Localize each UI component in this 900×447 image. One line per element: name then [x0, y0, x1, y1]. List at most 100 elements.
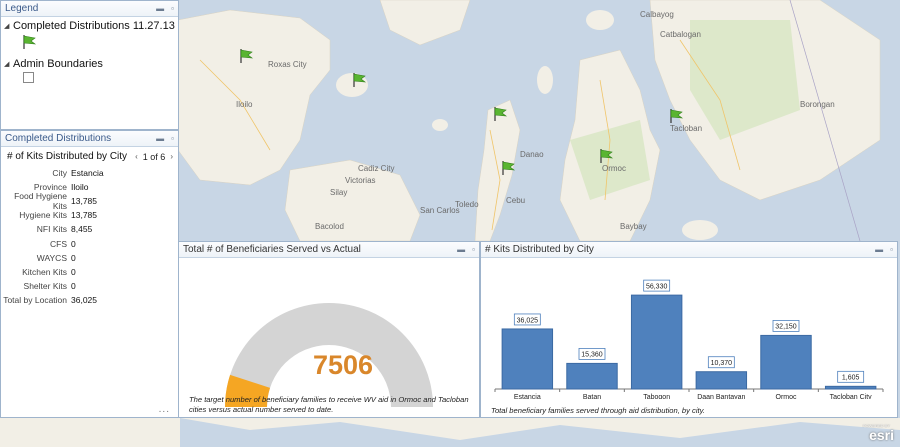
category-label: Tabogon — [643, 394, 670, 399]
details-panel: Completed Distributions ▬ ▫ # of Kits Di… — [0, 130, 179, 418]
legend-layer-distributions[interactable]: ◢ Completed Distributions 11.27.13 — [1, 20, 178, 32]
field-row: City Estancia — [1, 166, 178, 180]
data-label: 1,605 — [842, 375, 860, 382]
category-label: Daan Bantayan — [697, 394, 745, 399]
bar-chart-header: # Kits Distributed by City ▬ ▫ — [481, 242, 897, 258]
place-label: Victorias — [345, 176, 376, 185]
field-row: NFI Kits 8,455 — [1, 222, 178, 236]
maximize-icon[interactable]: ▫ — [171, 4, 174, 13]
place-label: Tacloban — [670, 124, 703, 133]
place-label: Calbayog — [640, 10, 674, 19]
place-label: Baybay — [620, 222, 647, 231]
gauge-title: Total # of Beneficiaries Served vs Actua… — [183, 244, 361, 255]
place-label: Borongan — [800, 100, 835, 109]
maximize-icon[interactable]: ▫ — [171, 134, 174, 143]
distribution-flag-icon[interactable] — [668, 108, 684, 124]
place-label: Danao — [520, 150, 544, 159]
pager-text: 1 of 6 — [142, 151, 166, 162]
expand-triangle-icon[interactable]: ◢ — [4, 22, 13, 30]
admin-boundary-swatch — [23, 72, 34, 83]
place-label: Cadiz City — [358, 164, 395, 173]
data-label: 56,330 — [646, 283, 668, 290]
category-label: Batan — [583, 394, 601, 399]
distribution-flag-icon[interactable] — [492, 106, 508, 122]
field-label: WAYCS — [36, 252, 67, 263]
expand-triangle-icon[interactable]: ◢ — [4, 60, 13, 68]
field-label: Kitchen Kits — [22, 266, 67, 277]
field-value: 0 — [71, 266, 76, 277]
data-label: 36,025 — [517, 317, 539, 324]
next-record-icon[interactable]: › — [170, 152, 173, 161]
esri-logo: esri — [869, 427, 894, 443]
field-label: Food Hygiene Kits — [14, 191, 67, 212]
legend-title: Legend — [5, 3, 39, 14]
place-label: Ormoc — [602, 164, 626, 173]
gauge-value: 7506 — [312, 350, 374, 380]
field-value: 36,025 — [71, 294, 97, 305]
place-label: Toledo — [455, 200, 479, 209]
minimize-icon[interactable]: ▬ — [156, 4, 164, 13]
bar-chart-title: # Kits Distributed by City — [485, 244, 594, 255]
minimize-icon[interactable]: ▬ — [457, 245, 465, 254]
category-label: Ormoc — [776, 394, 798, 399]
distribution-flag-icon[interactable] — [500, 160, 516, 176]
gauge-caption-line2: cities versus actual number served to da… — [189, 405, 334, 414]
field-value: Estancia — [71, 168, 104, 179]
place-label: Roxas City — [268, 60, 307, 69]
bar-tacloban-city[interactable] — [824, 385, 877, 390]
gauge-panel: Total # of Beneficiaries Served vs Actua… — [178, 241, 480, 418]
field-label: Total by Location — [3, 294, 67, 305]
field-row: Shelter Kits 0 — [1, 279, 178, 293]
bar-ormoc[interactable] — [760, 334, 812, 390]
legend-layer-label: Completed Distributions 11.27.13 — [13, 20, 175, 32]
field-row: Total by Location 36,025 — [1, 293, 178, 307]
record-pager: ‹ 1 of 6 › — [135, 152, 173, 162]
bar-batan[interactable] — [566, 362, 618, 390]
field-row: Hygiene Kits 13,785 — [1, 208, 178, 222]
bar-chart: 36,025 Estancia 15,360 Batan 56,330 Tabogon 10… — [494, 279, 884, 399]
field-row: Food Hygiene Kits 13,785 — [1, 191, 178, 212]
flag-icon — [23, 35, 37, 49]
minimize-icon[interactable]: ▬ — [156, 134, 164, 143]
field-value: 0 — [71, 252, 76, 263]
place-label: Iloilo — [236, 100, 253, 109]
details-subtitle: # of Kits Distributed by City — [7, 151, 128, 162]
data-label: 15,360 — [581, 352, 603, 359]
more-options-icon[interactable]: ... — [159, 404, 170, 415]
distribution-flag-icon[interactable] — [238, 48, 254, 64]
legend-symbol — [21, 34, 178, 55]
field-list: City Estancia Province Iloilo Food Hygiene… — [1, 166, 178, 307]
bar-tabogon[interactable] — [630, 294, 683, 390]
field-value: 0 — [71, 280, 76, 291]
bar-estancia[interactable] — [501, 328, 554, 390]
data-label: 32,150 — [775, 324, 797, 331]
minimize-icon[interactable]: ▬ — [875, 245, 883, 254]
field-label: Shelter Kits — [23, 280, 67, 291]
place-label: San Carlos — [420, 206, 460, 215]
data-label: 10,370 — [711, 360, 733, 367]
place-label: Cebu — [506, 196, 526, 205]
bar-chart-panel: # Kits Distributed by City ▬ ▫ 36,025 Est… — [480, 241, 898, 418]
category-label: Tacloban City — [830, 394, 873, 399]
details-title: Completed Distributions — [5, 133, 112, 144]
field-label: CFS — [50, 238, 67, 249]
field-row: WAYCS 0 — [1, 251, 178, 265]
place-label: Bacolod — [315, 222, 344, 231]
prev-record-icon[interactable]: ‹ — [135, 152, 138, 161]
field-label: City — [52, 168, 67, 179]
distribution-flag-icon[interactable] — [351, 72, 367, 88]
details-header: Completed Distributions ▬ ▫ — [1, 131, 178, 147]
field-value: 13,785 — [71, 210, 97, 221]
bar-daan-bantayan[interactable] — [695, 371, 748, 390]
legend-layer-admin[interactable]: ◢ Admin Boundaries — [1, 58, 178, 70]
maximize-icon[interactable]: ▫ — [472, 245, 475, 254]
place-label: Catbalogan — [660, 30, 701, 39]
legend-panel: Legend ▬ ▫ ◢ Completed Distributions 11.… — [0, 0, 179, 130]
legend-layer-label: Admin Boundaries — [13, 58, 103, 70]
place-label: Silay — [330, 188, 348, 197]
distribution-flag-icon[interactable] — [598, 148, 614, 164]
maximize-icon[interactable]: ▫ — [890, 245, 893, 254]
field-label: Hygiene Kits — [19, 210, 67, 221]
gauge-header: Total # of Beneficiaries Served vs Actua… — [179, 242, 479, 258]
field-value: 13,785 — [71, 196, 97, 207]
